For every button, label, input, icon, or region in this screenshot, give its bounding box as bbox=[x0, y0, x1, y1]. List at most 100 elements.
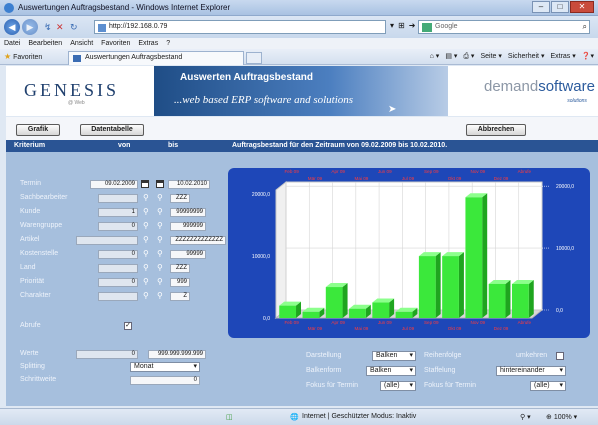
datentabelle-button[interactable]: Datentabelle bbox=[80, 124, 144, 136]
close-window-button[interactable]: ✕ bbox=[570, 1, 594, 13]
artikel-von-input[interactable] bbox=[76, 236, 138, 245]
go-icon[interactable]: ➜ bbox=[409, 21, 416, 30]
x-category-label: Okt 09 bbox=[448, 326, 462, 331]
rss-icon[interactable]: ⊞ bbox=[398, 21, 405, 30]
minimize-button[interactable]: – bbox=[532, 1, 550, 13]
new-tab-button[interactable] bbox=[246, 52, 262, 64]
bar bbox=[302, 311, 320, 318]
y-tick-label-left: 10000,0 bbox=[252, 254, 270, 260]
prioritaet-von-input[interactable]: 0 bbox=[98, 278, 138, 287]
x-category-label: Abrufe bbox=[518, 169, 532, 174]
land-von-input[interactable] bbox=[98, 264, 138, 273]
werte-von-input[interactable]: 0 bbox=[76, 350, 138, 359]
x-category-label: Nov 09 bbox=[471, 169, 486, 174]
calendar-icon[interactable] bbox=[156, 180, 164, 188]
browser-tab[interactable]: Auswertungen Auftragsbestand bbox=[68, 51, 244, 65]
lookup-icon[interactable]: ⚲ bbox=[157, 222, 165, 230]
fokus-termin-select-2[interactable]: (alle) bbox=[530, 381, 566, 391]
lookup-icon[interactable]: ⚲ bbox=[143, 292, 151, 300]
staffelung-select[interactable]: hintereinander bbox=[496, 366, 566, 376]
charakter-bis-input[interactable]: Z bbox=[170, 292, 190, 301]
menu-item-extras[interactable]: Extras bbox=[138, 38, 158, 49]
lookup-icon[interactable]: ⚲ bbox=[143, 278, 151, 286]
protected-mode-icon[interactable]: ⚲ ▾ bbox=[520, 413, 531, 421]
menu-item-ansicht[interactable]: Ansicht bbox=[70, 38, 93, 49]
balkenform-select[interactable]: Balken bbox=[366, 366, 416, 376]
tools-menu[interactable]: Extras ▾ bbox=[550, 52, 575, 61]
artikel-bis-input[interactable]: ZZZZZZZZZZZZZ bbox=[170, 236, 226, 245]
termin-bis-input[interactable]: 10.02.2010 bbox=[168, 180, 210, 189]
zoom-level[interactable]: ⊕ 100% ▾ bbox=[546, 413, 577, 421]
lookup-icon[interactable]: ⚲ bbox=[157, 236, 165, 244]
kunde-bis-input[interactable]: 99999999 bbox=[170, 208, 206, 217]
maximize-button[interactable]: □ bbox=[551, 1, 569, 13]
feeds-icon[interactable]: ▤ ▾ bbox=[445, 52, 457, 61]
lookup-icon[interactable]: ⚲ bbox=[143, 264, 151, 272]
lookup-icon[interactable]: ⚲ bbox=[143, 208, 151, 216]
lookup-icon[interactable]: ⚲ bbox=[143, 250, 151, 258]
search-input[interactable]: Google ⌕ bbox=[418, 20, 590, 34]
window-title: Auswertungen Auftragsbestand - Windows I… bbox=[18, 3, 231, 12]
sachbearbeiter-von-input[interactable] bbox=[98, 194, 138, 203]
abbrechen-button[interactable]: Abbrechen bbox=[466, 124, 526, 136]
menu-item-datei[interactable]: Datei bbox=[4, 38, 20, 49]
logo-text: GENESIS bbox=[24, 80, 120, 100]
col-von: von bbox=[118, 142, 131, 149]
menu-bar: Datei Bearbeiten Ansicht Favoriten Extra… bbox=[0, 38, 598, 49]
abrufe-checkbox[interactable]: ✓ bbox=[124, 322, 132, 330]
kostenstelle-von-input[interactable]: 0 bbox=[98, 250, 138, 259]
menu-item-help[interactable]: ? bbox=[166, 38, 170, 49]
fokus-termin-select-1[interactable]: (alle) bbox=[380, 381, 416, 391]
charakter-von-input[interactable] bbox=[98, 292, 138, 301]
kunde-von-input[interactable]: 1 bbox=[98, 208, 138, 217]
recent-pages-icon[interactable]: ↯ bbox=[44, 22, 52, 33]
sachbearbeiter-bis-input[interactable]: ZZZ bbox=[170, 194, 190, 203]
banner-title: Auswerten Auftragsbestand bbox=[180, 72, 313, 83]
lookup-icon[interactable]: ⚲ bbox=[157, 194, 165, 202]
help-icon[interactable]: ❓▾ bbox=[582, 52, 594, 61]
lookup-icon[interactable]: ⚲ bbox=[157, 278, 165, 286]
back-button[interactable]: ◀ bbox=[4, 19, 20, 35]
lookup-icon[interactable]: ⚲ bbox=[143, 236, 151, 244]
lookup-icon[interactable]: ⚲ bbox=[143, 222, 151, 230]
refresh-icon[interactable]: ↻ bbox=[70, 22, 78, 33]
page-menu[interactable]: Seite ▾ bbox=[480, 52, 501, 61]
label-termin: Termin bbox=[20, 180, 42, 187]
prioritaet-bis-input[interactable]: 999 bbox=[170, 278, 190, 287]
grafik-button[interactable]: Grafik bbox=[16, 124, 60, 136]
calendar-icon[interactable] bbox=[141, 180, 149, 188]
umkehren-checkbox[interactable] bbox=[556, 352, 564, 360]
favorites-button[interactable]: ★ Favoriten bbox=[4, 52, 42, 61]
mouse-cursor-icon: ➤ bbox=[388, 104, 397, 115]
menu-item-favoriten[interactable]: Favoriten bbox=[101, 38, 130, 49]
lookup-icon[interactable]: ⚲ bbox=[157, 264, 165, 272]
safety-menu[interactable]: Sicherheit ▾ bbox=[508, 52, 545, 61]
bar bbox=[279, 305, 297, 318]
lookup-icon[interactable]: ⚲ bbox=[157, 250, 165, 258]
kostenstelle-bis-input[interactable]: 99999 bbox=[170, 250, 206, 259]
forward-button[interactable]: ▶ bbox=[22, 19, 38, 35]
lookup-icon[interactable]: ⚲ bbox=[143, 194, 151, 202]
werte-bis-input[interactable]: 999.999.999.999 bbox=[148, 350, 206, 359]
menu-item-bearbeiten[interactable]: Bearbeiten bbox=[28, 38, 62, 49]
y-tick-label-right: 0,0 bbox=[556, 308, 563, 314]
lookup-icon[interactable]: ⚲ bbox=[157, 208, 165, 216]
stop-icon[interactable]: ✕ bbox=[56, 22, 64, 33]
schrittweite-input[interactable]: 0 bbox=[130, 376, 200, 385]
lookup-icon[interactable]: ⚲ bbox=[157, 292, 165, 300]
land-bis-input[interactable]: ZZZ bbox=[170, 264, 190, 273]
splitting-select[interactable]: Monat bbox=[130, 362, 200, 372]
warengruppe-von-input[interactable]: 0 bbox=[98, 222, 138, 231]
x-category-label: Mär 09 bbox=[308, 326, 323, 331]
search-icon[interactable]: ⌕ bbox=[583, 22, 587, 32]
print-icon[interactable]: ⎙ ▾ bbox=[463, 52, 474, 61]
compat-view-icon[interactable]: ▾ bbox=[390, 21, 394, 30]
termin-von-input[interactable]: 09.02.2009 bbox=[90, 180, 138, 189]
darstellung-select[interactable]: Balken bbox=[372, 351, 416, 361]
bar bbox=[325, 287, 343, 318]
globe-icon: 🌐 bbox=[290, 414, 299, 421]
label-charakter: Charakter bbox=[20, 292, 51, 299]
warengruppe-bis-input[interactable]: 999999 bbox=[170, 222, 206, 231]
home-icon[interactable]: ⌂ ▾ bbox=[430, 52, 440, 61]
address-input[interactable]: http://192.168.0.79 bbox=[94, 20, 386, 34]
